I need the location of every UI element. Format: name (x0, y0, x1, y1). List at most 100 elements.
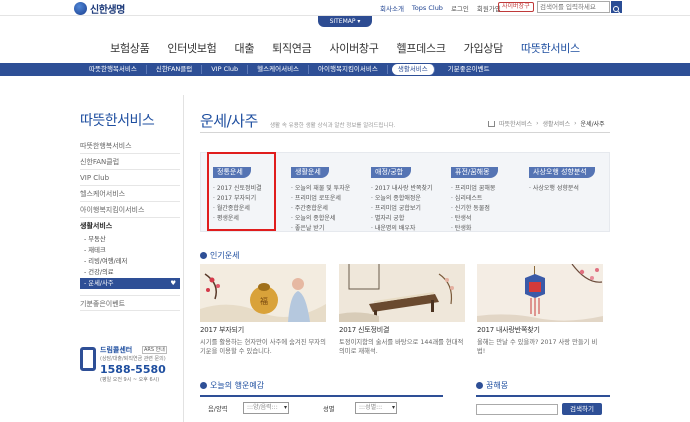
sidebar-sub-finance[interactable]: - 재테크 (80, 245, 180, 256)
callcenter-desc: (상담/대출/퇴직연금 관련 문의) (100, 356, 166, 362)
sitemap-button[interactable]: SITEMAP ▾ (318, 16, 372, 27)
sidebar-sub-label: 부동산 (88, 236, 106, 243)
card-desc: 토정이지함의 술서를 바탕으로 144괘를 현대적 의미로 재해석. (339, 339, 464, 355)
top-links: 회사소개 Tops Club 로그인 회원가입 (380, 3, 501, 13)
svg-text:福: 福 (260, 297, 268, 306)
subnav-item-happy[interactable]: 따뜻한행복서비스 (80, 65, 147, 74)
calendar-type-select[interactable]: :::양/음력::: (243, 402, 289, 414)
category-link[interactable]: · 심리테스트 (451, 194, 529, 204)
logo-mark-icon (74, 2, 87, 15)
category-link[interactable]: · 신기한 동물점 (451, 204, 529, 214)
sidebar-sub-label: 운세/사주 (88, 280, 114, 287)
popular-card-tojeong[interactable]: 2017 신토정비결 토정이지함의 술서를 바탕으로 144괘를 현대적 의미로… (339, 264, 465, 356)
category-link[interactable]: · 프리미엄 로또운세 (291, 194, 369, 204)
section-title: 인기운세 (210, 251, 240, 260)
category-link[interactable]: · 좋은날 받기 (291, 224, 369, 234)
sidebar-item-event[interactable]: 기분좋은이벤트 (80, 295, 180, 311)
bullet-icon (200, 252, 207, 259)
popular-card-rich[interactable]: 福 2017 부자되기 시기를 활용하는 현자만이 사주에 숨겨진 부자의 기운… (200, 264, 326, 356)
card-title: 2017 부자되기 (200, 326, 244, 334)
gnb-item-warm-service[interactable]: 따뜻한서비스 (512, 40, 589, 56)
sidebar-sub-realestate[interactable]: - 부동산 (80, 234, 180, 245)
search-icon (613, 6, 621, 14)
sidebar-sub-health[interactable]: - 건강/의료 (80, 267, 180, 278)
sidebar-item-health[interactable]: 헬스케어서비스 (80, 186, 180, 202)
subnav-item-vip[interactable]: VIP Club (202, 65, 249, 74)
breadcrumb-item[interactable]: 생활서비스 (543, 119, 571, 128)
sidebar-item-kids[interactable]: 아이행복지킴이서비스 (80, 202, 180, 218)
category-link[interactable]: · 사상오행 성향분석 (529, 184, 609, 194)
category-link[interactable]: · 탄생석 (451, 214, 529, 224)
popular-card-love[interactable]: 2017 내사랑반쪽찾기 올해는 만날 수 있을까? 2017 사랑 만들기 비… (477, 264, 603, 356)
category-link[interactable]: · 프리미엄 궁합보기 (371, 204, 449, 214)
subnav-item-event[interactable]: 기분좋은이벤트 (439, 65, 499, 74)
card-title: 2017 신토정비결 (339, 326, 390, 334)
top-link-tops-club[interactable]: Tops Club (412, 4, 443, 12)
gnb-item-internet-insurance[interactable]: 인터넷보험 (158, 40, 225, 56)
gnb-item-helpdesk[interactable]: 헬프데스크 (388, 40, 455, 56)
logo-text: 신한생명 (90, 5, 125, 16)
breadcrumb-current: 운세/사주 (580, 121, 605, 128)
category-link[interactable]: · 내운명의 배우자 (371, 224, 449, 234)
category-fusion: 퓨전/꿈해몽 · 프리미엄 꿈해몽 · 심리테스트 · 신기한 동물점 · 탄생… (451, 159, 529, 234)
card-desc: 시기를 활용하는 현자만이 사주에 숨겨진 부자의 기운을 이용할 수 있습니다… (200, 339, 326, 355)
breadcrumb-separator: › (574, 120, 577, 127)
cyber-channel-button[interactable]: 사이버창구 (498, 2, 534, 12)
search-button[interactable] (611, 1, 622, 14)
sidebar-item-happy[interactable]: 따뜻한행복서비스 (80, 138, 180, 154)
sidebar-sub-label: 건강/의료 (88, 269, 114, 276)
highlight-box (207, 152, 276, 231)
subnav-item-health[interactable]: 헬스케어서비스 (248, 65, 310, 74)
heart-icon: ♥ (170, 280, 176, 287)
gender-select[interactable]: :::성별::: (355, 402, 397, 414)
ars-info-button[interactable]: ARS 안내 (142, 346, 167, 354)
sidebar-divider (183, 95, 184, 422)
gnb-item-pension[interactable]: 퇴직연금 (263, 40, 320, 56)
gnb-item-loan[interactable]: 대출 (226, 40, 264, 56)
category-link[interactable]: · 오늘의 재물 및 투자운 (291, 184, 369, 194)
section-title: 꿈해몽 (486, 381, 509, 390)
top-link-login[interactable]: 로그인 (451, 3, 469, 13)
subnav-item-kids[interactable]: 아이행복지킴이서비스 (309, 65, 388, 74)
category-link[interactable]: · 프리미엄 꿈해몽 (451, 184, 529, 194)
page-title: 운세/사주 (200, 112, 258, 130)
category-link[interactable]: · 주간종합운세 (291, 204, 369, 214)
home-icon[interactable] (488, 120, 495, 127)
sidebar-sub-label: 리빙/여행/레저 (88, 258, 128, 265)
sidebar-sub-fortune[interactable]: - 운세/사주 ♥ (80, 278, 180, 289)
sidebar-item-life[interactable]: 생활서비스 (80, 218, 180, 234)
bullet-icon (476, 382, 483, 389)
category-link[interactable]: · 2017 내사랑 반쪽찾기 (371, 184, 449, 194)
category-link[interactable]: · 오늘의 종합애정운 (371, 194, 449, 204)
callcenter-number: 1588-5580 (100, 363, 166, 376)
top-link-company[interactable]: 회사소개 (380, 3, 404, 13)
dream-search-button[interactable]: 검색하기 (562, 403, 602, 415)
calendar-type-label: 음/양력 (208, 406, 228, 413)
subnav-item-fan[interactable]: 신한FAN클럽 (147, 65, 203, 74)
dream-heading: 꿈해몽 (476, 380, 508, 391)
sidebar-item-vip[interactable]: VIP Club (80, 170, 180, 186)
gnb-item-cyber[interactable]: 사이버창구 (320, 40, 387, 56)
breadcrumb: 따뜻한서비스 › 생활서비스 › 운세/사주 (488, 119, 605, 128)
today-luck-form (200, 395, 443, 422)
category-love: 애정/궁합 · 2017 내사랑 반쪽찾기 · 오늘의 종합애정운 · 프리미엄… (371, 159, 449, 234)
gnb-item-insurance[interactable]: 보험상품 (101, 40, 158, 56)
sidebar-item-fan[interactable]: 신한FAN클럽 (80, 154, 180, 170)
callcenter-title: 드림콜센터 (100, 346, 133, 354)
breadcrumb-item[interactable]: 따뜻한서비스 (499, 119, 532, 128)
category-link[interactable]: · 별자리 궁합 (371, 214, 449, 224)
callcenter-hours: (평일 오전 9시 ~ 오후 6시) (100, 377, 160, 383)
dream-search-input[interactable] (476, 404, 558, 415)
logo[interactable]: 신한생명 (74, 1, 125, 16)
gender-label: 성별 (323, 406, 335, 413)
card-image: 福 (200, 264, 326, 322)
subnav-item-life[interactable]: 생활서비스 (391, 64, 435, 75)
search-input[interactable]: 검색어를 입력하세요 (537, 1, 610, 13)
category-title: 애정/궁합 (371, 167, 412, 178)
category-link[interactable]: · 오늘의 종합운세 (291, 214, 369, 224)
sub-navigation-bar: 따뜻한행복서비스 신한FAN클럽 VIP Club 헬스케어서비스 아이행복지킴… (0, 63, 690, 76)
category-link[interactable]: · 탄생화 (451, 224, 529, 234)
bullet-icon (200, 382, 207, 389)
sidebar-sub-living[interactable]: - 리빙/여행/레저 (80, 256, 180, 267)
gnb-item-consult[interactable]: 가입상담 (455, 40, 512, 56)
